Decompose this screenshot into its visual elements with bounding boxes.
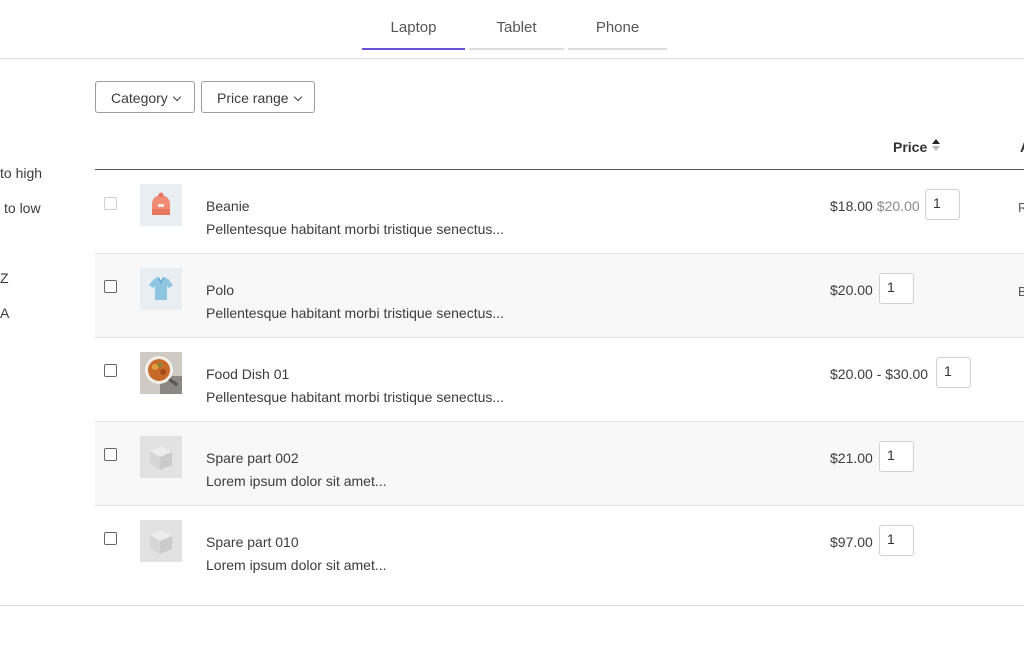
row-checkbox[interactable] <box>104 532 117 545</box>
product-description: Lorem ipsum dolor sit amet... <box>206 557 387 573</box>
table-row: Spare part 010 Lorem ipsum dolor sit ame… <box>95 506 1024 605</box>
food-dish-thumbnail[interactable] <box>140 352 182 394</box>
product-description: Pellentesque habitant morbi tristique se… <box>206 389 505 405</box>
clipped-column-header: A <box>1020 139 1024 155</box>
beanie-thumbnail[interactable] <box>140 184 182 226</box>
sort-option-price-high-to-low[interactable]: to low <box>4 200 41 216</box>
table-row: Spare part 002 Lorem ipsum dolor sit ame… <box>95 422 1024 506</box>
table-row: Food Dish 01 Pellentesque habitant morbi… <box>95 338 1024 422</box>
product-name[interactable]: Beanie <box>206 198 250 214</box>
product-description: Pellentesque habitant morbi tristique se… <box>206 221 505 237</box>
table-bottom-divider <box>0 605 1024 606</box>
quantity-input[interactable]: 1 <box>936 357 971 388</box>
tab-laptop[interactable]: Laptop <box>362 18 465 50</box>
product-name[interactable]: Spare part 010 <box>206 534 299 550</box>
price-range-filter-label: Price range <box>217 90 289 106</box>
clipped-cell: B <box>1018 284 1024 299</box>
row-checkbox[interactable] <box>104 197 117 210</box>
sort-arrows-icon[interactable] <box>931 138 941 152</box>
product-name[interactable]: Spare part 002 <box>206 450 299 466</box>
product-table: Beanie Pellentesque habitant morbi trist… <box>95 170 1024 605</box>
sort-option-price-low-to-high[interactable]: to high <box>0 165 42 181</box>
product-price: $21.00 <box>830 450 873 466</box>
row-checkbox[interactable] <box>104 280 117 293</box>
sort-option-name-a-to-z[interactable]: Z <box>0 270 9 286</box>
product-name[interactable]: Food Dish 01 <box>206 366 289 382</box>
quantity-input[interactable]: 1 <box>925 189 960 220</box>
tab-phone[interactable]: Phone <box>568 18 667 50</box>
polo-shirt-thumbnail[interactable] <box>140 268 182 310</box>
sort-option-name-z-to-a[interactable]: A <box>0 305 9 321</box>
clipped-cell: R <box>1018 200 1024 215</box>
product-price: $20.00 <box>830 282 873 298</box>
product-description: Pellentesque habitant morbi tristique se… <box>206 305 505 321</box>
row-checkbox[interactable] <box>104 364 117 377</box>
placeholder-cube-thumbnail[interactable] <box>140 520 182 562</box>
quantity-input[interactable]: 1 <box>879 525 914 556</box>
table-row: Beanie Pellentesque habitant morbi trist… <box>95 170 1024 254</box>
price-column-header[interactable]: Price <box>893 139 927 155</box>
product-price: $18.00 $20.00 <box>830 198 920 214</box>
price-range-filter-button[interactable]: Price range <box>201 81 315 113</box>
table-header: Price A <box>95 130 1024 170</box>
category-filter-label: Category <box>111 90 168 106</box>
product-description: Lorem ipsum dolor sit amet... <box>206 473 387 489</box>
tab-tablet[interactable]: Tablet <box>469 18 564 50</box>
device-tabs: Laptop Tablet Phone <box>0 0 1024 59</box>
quantity-input[interactable]: 1 <box>879 273 914 304</box>
product-price-range: $20.00 - $30.00 <box>830 366 929 382</box>
sale-price: $18.00 <box>830 198 873 214</box>
product-price: $97.00 <box>830 534 873 550</box>
chevron-down-icon <box>293 92 302 102</box>
category-filter-button[interactable]: Category <box>95 81 195 113</box>
regular-price: $20.00 <box>876 198 920 214</box>
table-row: Polo Pellentesque habitant morbi tristiq… <box>95 254 1024 338</box>
quantity-input[interactable]: 1 <box>879 441 914 472</box>
placeholder-cube-thumbnail[interactable] <box>140 436 182 478</box>
row-checkbox[interactable] <box>104 448 117 461</box>
chevron-down-icon <box>172 92 182 102</box>
product-name[interactable]: Polo <box>206 282 234 298</box>
